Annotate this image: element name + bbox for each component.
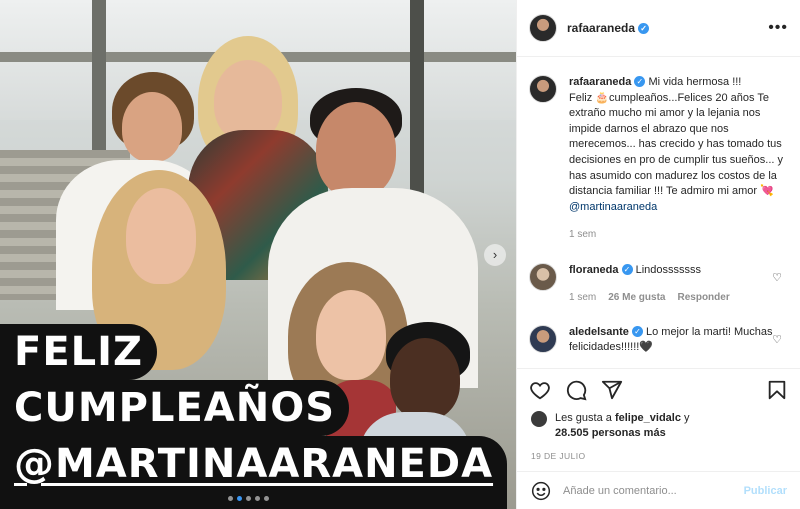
verified-badge-icon: ✓ [638, 23, 650, 34]
verified-badge-icon: ✓ [634, 76, 646, 87]
comment-username[interactable]: floraneda [569, 264, 619, 276]
avatar[interactable] [529, 75, 557, 103]
publish-button[interactable]: Publicar [744, 485, 787, 497]
heart-icon[interactable]: ♡ [772, 271, 782, 284]
carousel-dot [255, 496, 260, 501]
comment-item: floraneda ✓ Lindosssssss 1 sem 26 Me gust… [529, 262, 788, 305]
ellipsis-icon[interactable]: ••• [768, 19, 788, 37]
likes-user-link[interactable]: felipe_vidalc [615, 412, 681, 424]
post-side-panel: rafaaraneda ✓ ••• rafaaraneda ✓ Mi vida he… [516, 0, 800, 509]
verified-badge-icon: ✓ [621, 263, 633, 275]
caption-mention-link[interactable]: @martinaaraneda [569, 201, 657, 213]
person-face [126, 188, 196, 284]
comment-body: aledelsante ✓ Lo mejor la marti! Muchas f… [569, 325, 774, 355]
verified-badge-icon: ✓ [631, 325, 643, 337]
post-actions-bar [517, 369, 800, 411]
avatar[interactable] [529, 324, 557, 353]
overlay-mention: @MARTINAARANEDA [14, 441, 494, 487]
post-author-username[interactable]: rafaaraneda ✓ [567, 21, 650, 35]
heart-icon[interactable] [529, 379, 551, 401]
comment-item: aledelsante ✓ Lo mejor la marti! Muchas f… [529, 324, 788, 355]
comment-body: floraneda ✓ Lindosssssss 1 sem 26 Me gust… [569, 263, 774, 305]
comment-icon[interactable] [565, 379, 587, 401]
instagram-post-view: FELIZ CUMPLEAÑOS @MARTINAARANEDA › rafaa… [0, 0, 800, 509]
avatar[interactable] [529, 14, 557, 42]
comment-text: Lindosssssss [635, 263, 701, 276]
carousel-dot-active [237, 496, 242, 501]
comment-time: 1 sem [569, 291, 597, 303]
likes-prefix: Les gusta a [555, 412, 612, 424]
add-comment-input[interactable] [563, 484, 733, 497]
carousel-indicator [228, 496, 269, 501]
likes-summary: Les gusta a felipe_vidalc y 28.505 perso… [517, 411, 800, 441]
comment-username[interactable]: aledelsante [569, 326, 629, 338]
caption-time: 1 sem [569, 229, 597, 241]
post-header: rafaaraneda ✓ ••• [517, 0, 800, 57]
emoji-icon[interactable] [531, 481, 551, 501]
likes-text: Les gusta a felipe_vidalc y 28.505 perso… [555, 411, 690, 441]
person-face [316, 102, 396, 198]
comment-meta: 1 sem 26 Me gusta Responder [569, 290, 774, 305]
post-photo[interactable]: FELIZ CUMPLEAÑOS @MARTINAARANEDA › [0, 0, 516, 509]
person-face [122, 92, 182, 162]
caption-body: rafaaraneda ✓ Mi vida hermosa !!! Feliz 🎂… [569, 75, 788, 243]
comment-likes-link[interactable]: 26 Me gusta [608, 290, 665, 305]
avatar[interactable] [529, 262, 557, 291]
heart-icon[interactable]: ♡ [772, 333, 782, 346]
chevron-right-icon: › [492, 247, 498, 262]
person-face [316, 290, 386, 380]
carousel-dot [246, 496, 251, 501]
carousel-dot [264, 496, 269, 501]
overlay-text-line: FELIZ [0, 324, 158, 380]
caption-text: Feliz 🎂cumpleaños...Felices 20 años Te e… [569, 91, 784, 198]
add-comment-bar: Publicar [517, 471, 800, 509]
share-icon[interactable] [601, 379, 623, 401]
overlay-text-line: CUMPLEAÑOS [0, 380, 350, 436]
post-caption: rafaaraneda ✓ Mi vida hermosa !!! Feliz 🎂… [529, 75, 788, 243]
comments-list[interactable]: rafaaraneda ✓ Mi vida hermosa !!! Feliz 🎂… [517, 57, 800, 369]
likes-count-link[interactable]: 28.505 personas más [555, 427, 666, 439]
person-face [390, 338, 460, 420]
avatar[interactable] [531, 411, 547, 427]
likes-joiner: y [684, 412, 690, 424]
caption-text: Mi vida hermosa !!! [648, 76, 742, 88]
bookmark-icon[interactable] [766, 379, 788, 401]
caption-username[interactable]: rafaaraneda [569, 76, 631, 88]
carousel-dot [228, 496, 233, 501]
comment-reply-button[interactable]: Responder [677, 290, 729, 305]
carousel-next-button[interactable]: › [484, 244, 506, 266]
post-date[interactable]: 19 DE JULIO [517, 441, 800, 461]
